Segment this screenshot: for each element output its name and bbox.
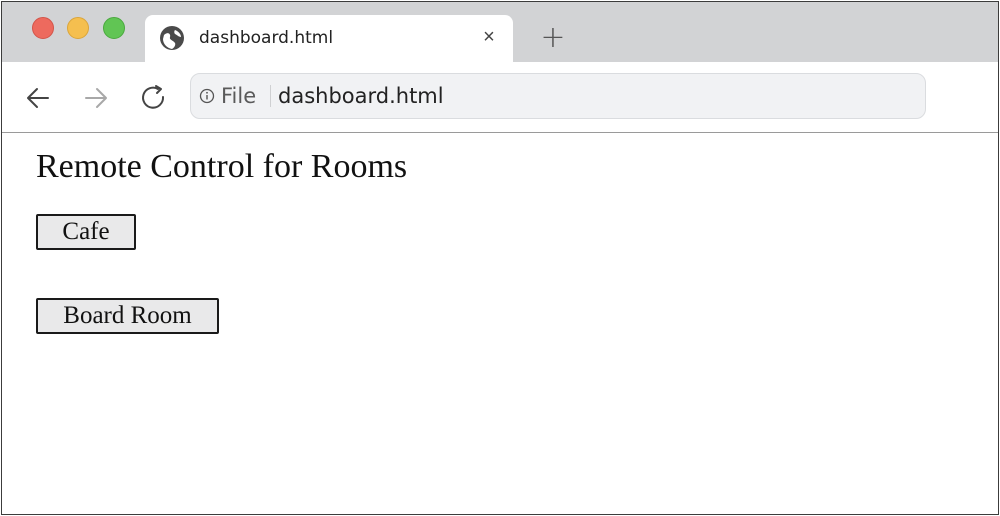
reload-icon[interactable]: [140, 84, 168, 112]
browser-window: dashboard.html × + File dashboard.html R…: [1, 1, 999, 515]
board-room-button[interactable]: Board Room: [36, 298, 219, 334]
cafe-room-button[interactable]: Cafe: [36, 214, 136, 250]
address-divider: [270, 85, 271, 107]
close-window-button[interactable]: [32, 17, 54, 39]
minimize-window-button[interactable]: [67, 17, 89, 39]
navigation-toolbar: File dashboard.html: [2, 62, 998, 133]
globe-icon: [160, 26, 184, 50]
tab-title: dashboard.html: [199, 28, 334, 48]
info-icon[interactable]: [199, 88, 215, 104]
page-title: Remote Control for Rooms: [36, 148, 408, 185]
page-content: Remote Control for Rooms Cafe Board Room: [2, 133, 998, 514]
new-tab-button[interactable]: +: [540, 23, 566, 53]
close-tab-icon[interactable]: ×: [479, 27, 499, 47]
scheme-label: File: [221, 84, 257, 108]
tab-strip: dashboard.html × +: [2, 2, 998, 62]
tab-dashboard[interactable]: dashboard.html ×: [145, 15, 513, 62]
maximize-window-button[interactable]: [103, 17, 125, 39]
address-bar[interactable]: File dashboard.html: [190, 73, 926, 119]
back-arrow-icon[interactable]: [24, 84, 52, 112]
forward-arrow-icon[interactable]: [82, 84, 110, 112]
url-text[interactable]: dashboard.html: [278, 84, 444, 108]
